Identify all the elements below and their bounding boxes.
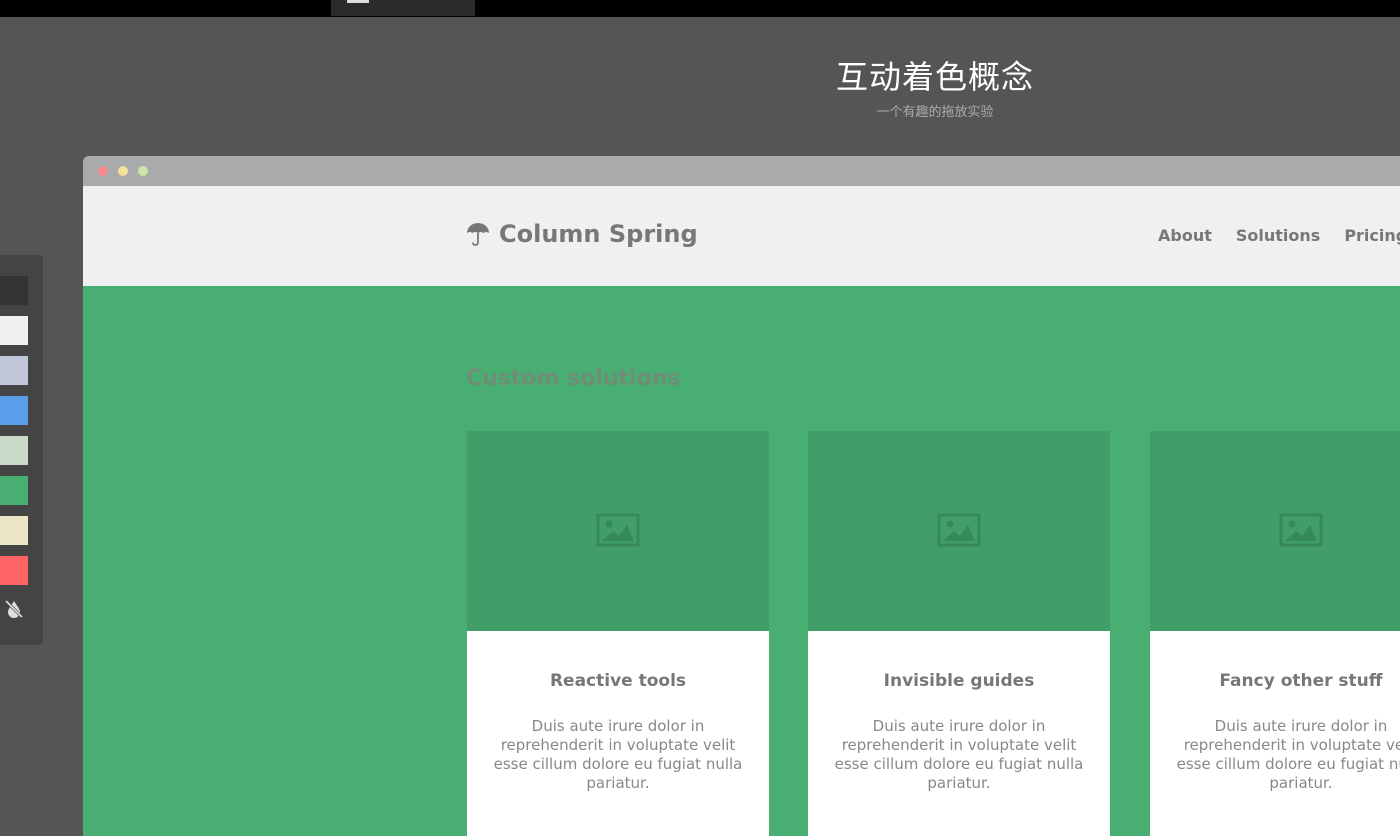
card-title: Reactive tools xyxy=(549,671,687,691)
no-color-icon[interactable] xyxy=(3,598,25,620)
image-icon xyxy=(1279,513,1323,547)
minimize-dot[interactable] xyxy=(118,166,128,176)
card-body: Duis aute irure dolor in reprehenderit i… xyxy=(493,717,743,792)
card-body: Duis aute irure dolor in reprehenderit i… xyxy=(1176,717,1400,792)
nav-pricing[interactable]: Pricing xyxy=(1344,226,1400,245)
browser-window: Column Spring About Solutions Pricing Cu… xyxy=(83,156,1400,836)
brand[interactable]: Column Spring xyxy=(465,220,698,248)
card-image-placeholder xyxy=(1150,431,1400,631)
swatch-light-gray[interactable] xyxy=(0,316,28,345)
browser-titlebar xyxy=(83,156,1400,186)
color-palette xyxy=(0,255,43,645)
feature-card: Fancy other stuff Duis aute irure dolor … xyxy=(1150,431,1400,836)
tab-icon xyxy=(347,0,369,3)
top-tab[interactable] xyxy=(331,0,475,16)
swatch-red[interactable] xyxy=(0,556,28,585)
feature-card: Reactive tools Duis aute irure dolor in … xyxy=(467,431,769,836)
site-nav: About Solutions Pricing xyxy=(1158,226,1400,245)
swatch-dark[interactable] xyxy=(0,276,28,305)
image-icon xyxy=(596,513,640,547)
card-image-placeholder xyxy=(808,431,1110,631)
nav-solutions[interactable]: Solutions xyxy=(1236,226,1320,245)
maximize-dot[interactable] xyxy=(138,166,148,176)
feature-card: Invisible guides Duis aute irure dolor i… xyxy=(808,431,1110,836)
top-bar xyxy=(0,0,1400,17)
section-title: Custom solutions xyxy=(466,366,681,391)
card-title: Fancy other stuff xyxy=(1219,671,1383,691)
image-icon xyxy=(937,513,981,547)
card-title: Invisible guides xyxy=(883,671,1035,691)
swatch-blue[interactable] xyxy=(0,396,28,425)
swatch-lavender[interactable] xyxy=(0,356,28,385)
umbrella-icon xyxy=(467,223,489,246)
close-dot[interactable] xyxy=(98,166,108,176)
site-header: Column Spring About Solutions Pricing xyxy=(83,186,1400,286)
card-body: Duis aute irure dolor in reprehenderit i… xyxy=(834,717,1084,792)
nav-about[interactable]: About xyxy=(1158,226,1212,245)
card-image-placeholder xyxy=(467,431,769,631)
swatch-sage[interactable] xyxy=(0,436,28,465)
swatch-green[interactable] xyxy=(0,476,28,505)
swatch-cream[interactable] xyxy=(0,516,28,545)
page-title: 互动着色概念 xyxy=(835,58,1034,96)
brand-name: Column Spring xyxy=(499,220,698,248)
page-subtitle: 一个有趣的拖放实验 xyxy=(876,105,994,120)
